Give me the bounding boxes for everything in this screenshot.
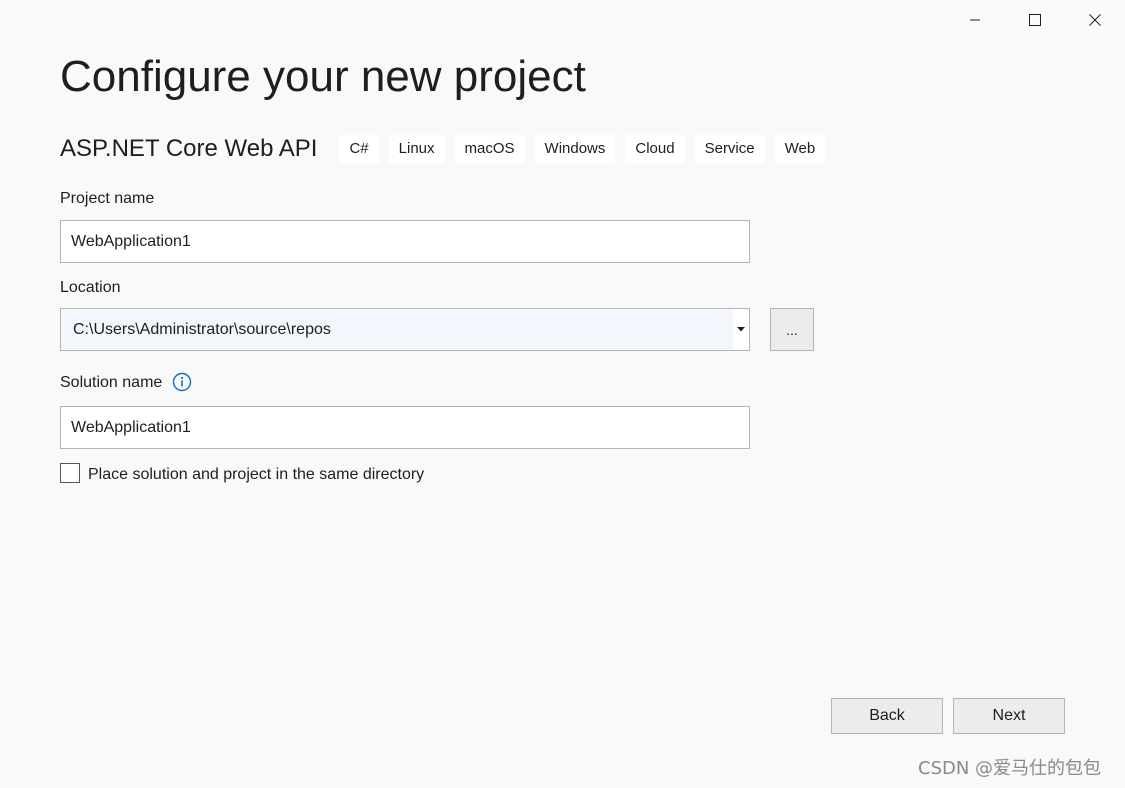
solution-name-label: Solution name — [60, 374, 163, 391]
solution-name-input[interactable] — [60, 406, 750, 449]
template-info: ASP.NET Core Web API C# Linux macOS Wind… — [60, 132, 835, 166]
dropdown-arrow-icon[interactable] — [733, 309, 749, 350]
tag-windows: Windows — [534, 135, 616, 163]
same-directory-label[interactable]: Place solution and project in the same d… — [88, 465, 424, 485]
tag-csharp: C# — [339, 135, 379, 163]
project-name-input[interactable] — [60, 220, 750, 263]
minimize-button[interactable] — [952, 4, 998, 36]
location-value: C:\Users\Administrator\source\repos — [73, 320, 331, 338]
location-combobox[interactable]: C:\Users\Administrator\source\repos — [60, 308, 750, 351]
close-icon — [1089, 14, 1101, 26]
location-label: Location — [60, 279, 121, 296]
watermark-text: CSDN @爱马仕的包包 — [918, 758, 1102, 779]
template-name: ASP.NET Core Web API — [60, 135, 318, 162]
tag-service: Service — [694, 135, 765, 163]
maximize-button[interactable] — [1012, 4, 1058, 36]
maximize-icon — [1029, 14, 1041, 26]
tag-cloud: Cloud — [625, 135, 685, 163]
project-name-label: Project name — [60, 190, 155, 207]
info-icon[interactable] — [172, 372, 192, 392]
browse-button[interactable]: ... — [770, 308, 814, 351]
next-button[interactable]: Next — [953, 698, 1065, 734]
tag-linux: Linux — [388, 135, 445, 163]
page-title: Configure your new project — [60, 52, 586, 101]
close-button[interactable] — [1072, 4, 1118, 36]
same-directory-checkbox[interactable] — [60, 463, 80, 483]
tag-macos: macOS — [454, 135, 525, 163]
tag-web: Web — [774, 135, 826, 163]
back-button[interactable]: Back — [831, 698, 943, 734]
minimize-icon — [970, 19, 980, 21]
